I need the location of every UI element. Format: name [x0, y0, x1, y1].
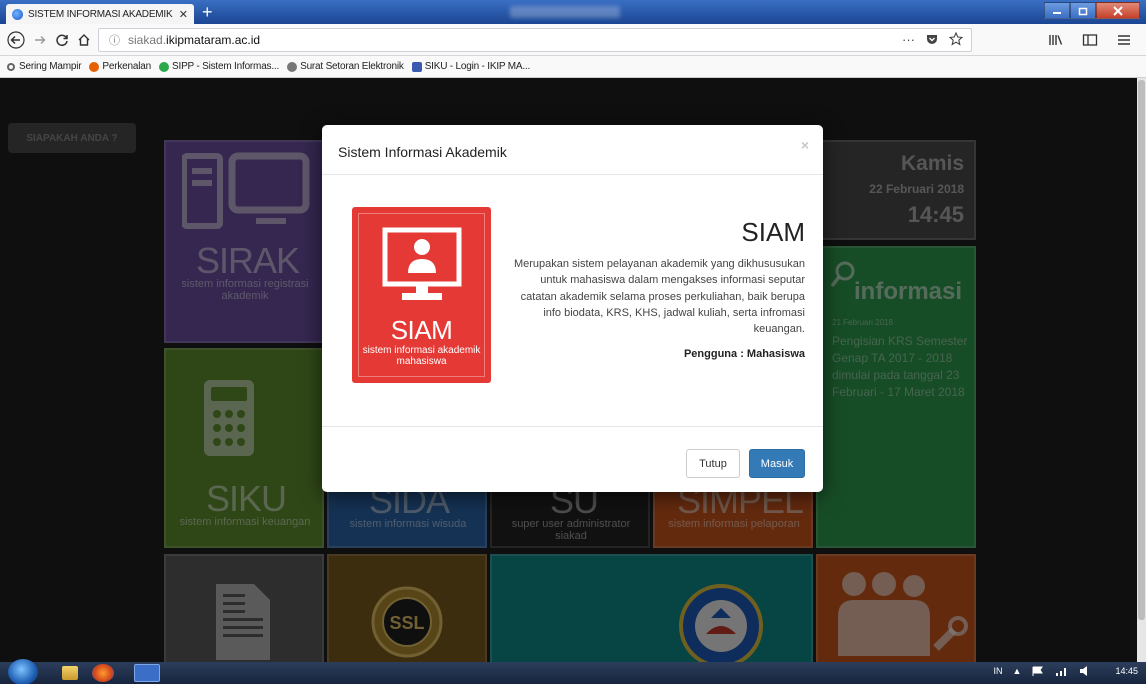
bookmark-label: SIKU - Login - IKIP MA... [424, 61, 531, 72]
url-actions: ··· [902, 32, 963, 47]
browser-navbar: ⓘ siakad. ikipmataram.ac.id ··· [0, 24, 1146, 56]
masuk-button[interactable]: Masuk [749, 449, 805, 478]
page-scrollbar[interactable] [1137, 78, 1146, 662]
minimize-icon [1053, 11, 1061, 14]
volume-icon[interactable] [1079, 666, 1093, 676]
bookmark-item[interactable]: Surat Setoran Elektronik [287, 61, 404, 72]
browser-titlebar: SISTEM INFORMASI AKADEMIK ✕ + [0, 0, 1146, 24]
url-subdomain: siakad. [128, 33, 167, 47]
url-bar[interactable]: ⓘ siakad. ikipmataram.ac.id ··· [98, 28, 972, 52]
reload-icon [56, 34, 68, 47]
siam-card-title: SIAM [390, 315, 453, 345]
hamburger-icon [1118, 35, 1130, 45]
firefox-taskbar-icon[interactable] [92, 664, 114, 682]
home-button[interactable] [74, 30, 94, 50]
bookmarks-toolbar: Sering Mampir Perkenalan SIPP - Sistem I… [0, 56, 1146, 78]
siku-icon [411, 61, 422, 72]
tab-title: SISTEM INFORMASI AKADEMIK [28, 8, 173, 20]
globe-icon [287, 61, 298, 72]
taskbar-clock[interactable]: 14:45 [1115, 666, 1138, 676]
sipp-icon [159, 61, 170, 72]
page-actions-button[interactable]: ··· [902, 32, 915, 47]
maximize-button[interactable] [1070, 2, 1096, 19]
modal-footer: Tutup Masuk [322, 426, 823, 492]
gear-icon [7, 62, 15, 71]
url-domain: ikipmataram.ac.id [166, 33, 261, 47]
back-arrow-icon [7, 31, 25, 49]
modal-user-label: Pengguna : Mahasiswa [683, 348, 805, 360]
window-title-blurred [510, 6, 620, 18]
close-icon [1113, 5, 1123, 16]
info-icon[interactable]: ⓘ [109, 32, 120, 48]
scrollbar-thumb[interactable] [1138, 80, 1145, 620]
new-tab-button[interactable]: + [202, 3, 213, 21]
window-controls [1044, 2, 1140, 19]
tutup-button[interactable]: Tutup [686, 449, 740, 478]
sidebar-icon [1082, 34, 1098, 46]
bookmark-label: SIPP - Sistem Informas... [172, 61, 280, 72]
windows-taskbar: IN ▲ 14:45 [0, 659, 1146, 684]
library-button[interactable] [1046, 30, 1066, 50]
bookmark-label: Surat Setoran Elektronik [300, 61, 404, 72]
modal-title: Sistem Informasi Akademik [338, 144, 507, 160]
start-button[interactable] [8, 659, 38, 684]
monitor-user-icon [382, 227, 462, 300]
close-window-button[interactable] [1096, 2, 1140, 19]
forward-arrow-icon [35, 36, 46, 44]
restore-icon [1078, 7, 1088, 15]
firefox-icon [89, 61, 100, 72]
bookmark-label: Perkenalan [102, 61, 152, 72]
back-button[interactable] [6, 30, 26, 50]
minimize-button[interactable] [1044, 2, 1070, 19]
library-icon [1049, 35, 1063, 45]
sidebar-button[interactable] [1080, 30, 1100, 50]
tab-close-icon[interactable]: ✕ [179, 8, 188, 21]
bookmark-label: Sering Mampir [19, 61, 82, 72]
language-indicator[interactable]: IN [994, 666, 1003, 676]
flag-icon[interactable] [1031, 666, 1045, 676]
network-icon[interactable] [1055, 666, 1069, 676]
modal-close-icon[interactable]: × [801, 137, 809, 153]
modal-header: Sistem Informasi Akademik × [322, 125, 823, 175]
home-icon [78, 34, 90, 46]
menu-button[interactable] [1114, 30, 1134, 50]
bookmark-item[interactable]: Perkenalan [89, 61, 151, 72]
bookmark-star-icon[interactable] [949, 32, 963, 46]
forward-button[interactable] [30, 30, 50, 50]
browser-tab[interactable]: SISTEM INFORMASI AKADEMIK ✕ [6, 4, 194, 24]
bookmark-item[interactable]: SIKU - Login - IKIP MA... [411, 61, 531, 72]
siam-card: SIAM sistem informasi akademik mahasiswa [352, 207, 491, 383]
siam-modal: Sistem Informasi Akademik × SIAM sistem … [322, 125, 823, 492]
system-tray: IN ▲ 14:45 [994, 666, 1138, 676]
pocket-icon[interactable] [925, 32, 939, 46]
bookmark-item[interactable]: Sering Mampir [6, 61, 82, 72]
modal-heading: SIAM [741, 217, 805, 247]
siam-card-subtitle: sistem informasi akademik mahasiswa [362, 345, 481, 367]
window-taskbar-icon[interactable] [134, 664, 160, 682]
modal-description: Merupakan sistem pelayanan akademik yang… [513, 258, 805, 336]
bookmark-item[interactable]: SIPP - Sistem Informas... [159, 61, 279, 72]
explorer-icon[interactable] [62, 666, 78, 680]
favicon-icon [12, 8, 23, 20]
reload-button[interactable] [52, 30, 72, 50]
tray-up-icon[interactable]: ▲ [1013, 666, 1022, 676]
